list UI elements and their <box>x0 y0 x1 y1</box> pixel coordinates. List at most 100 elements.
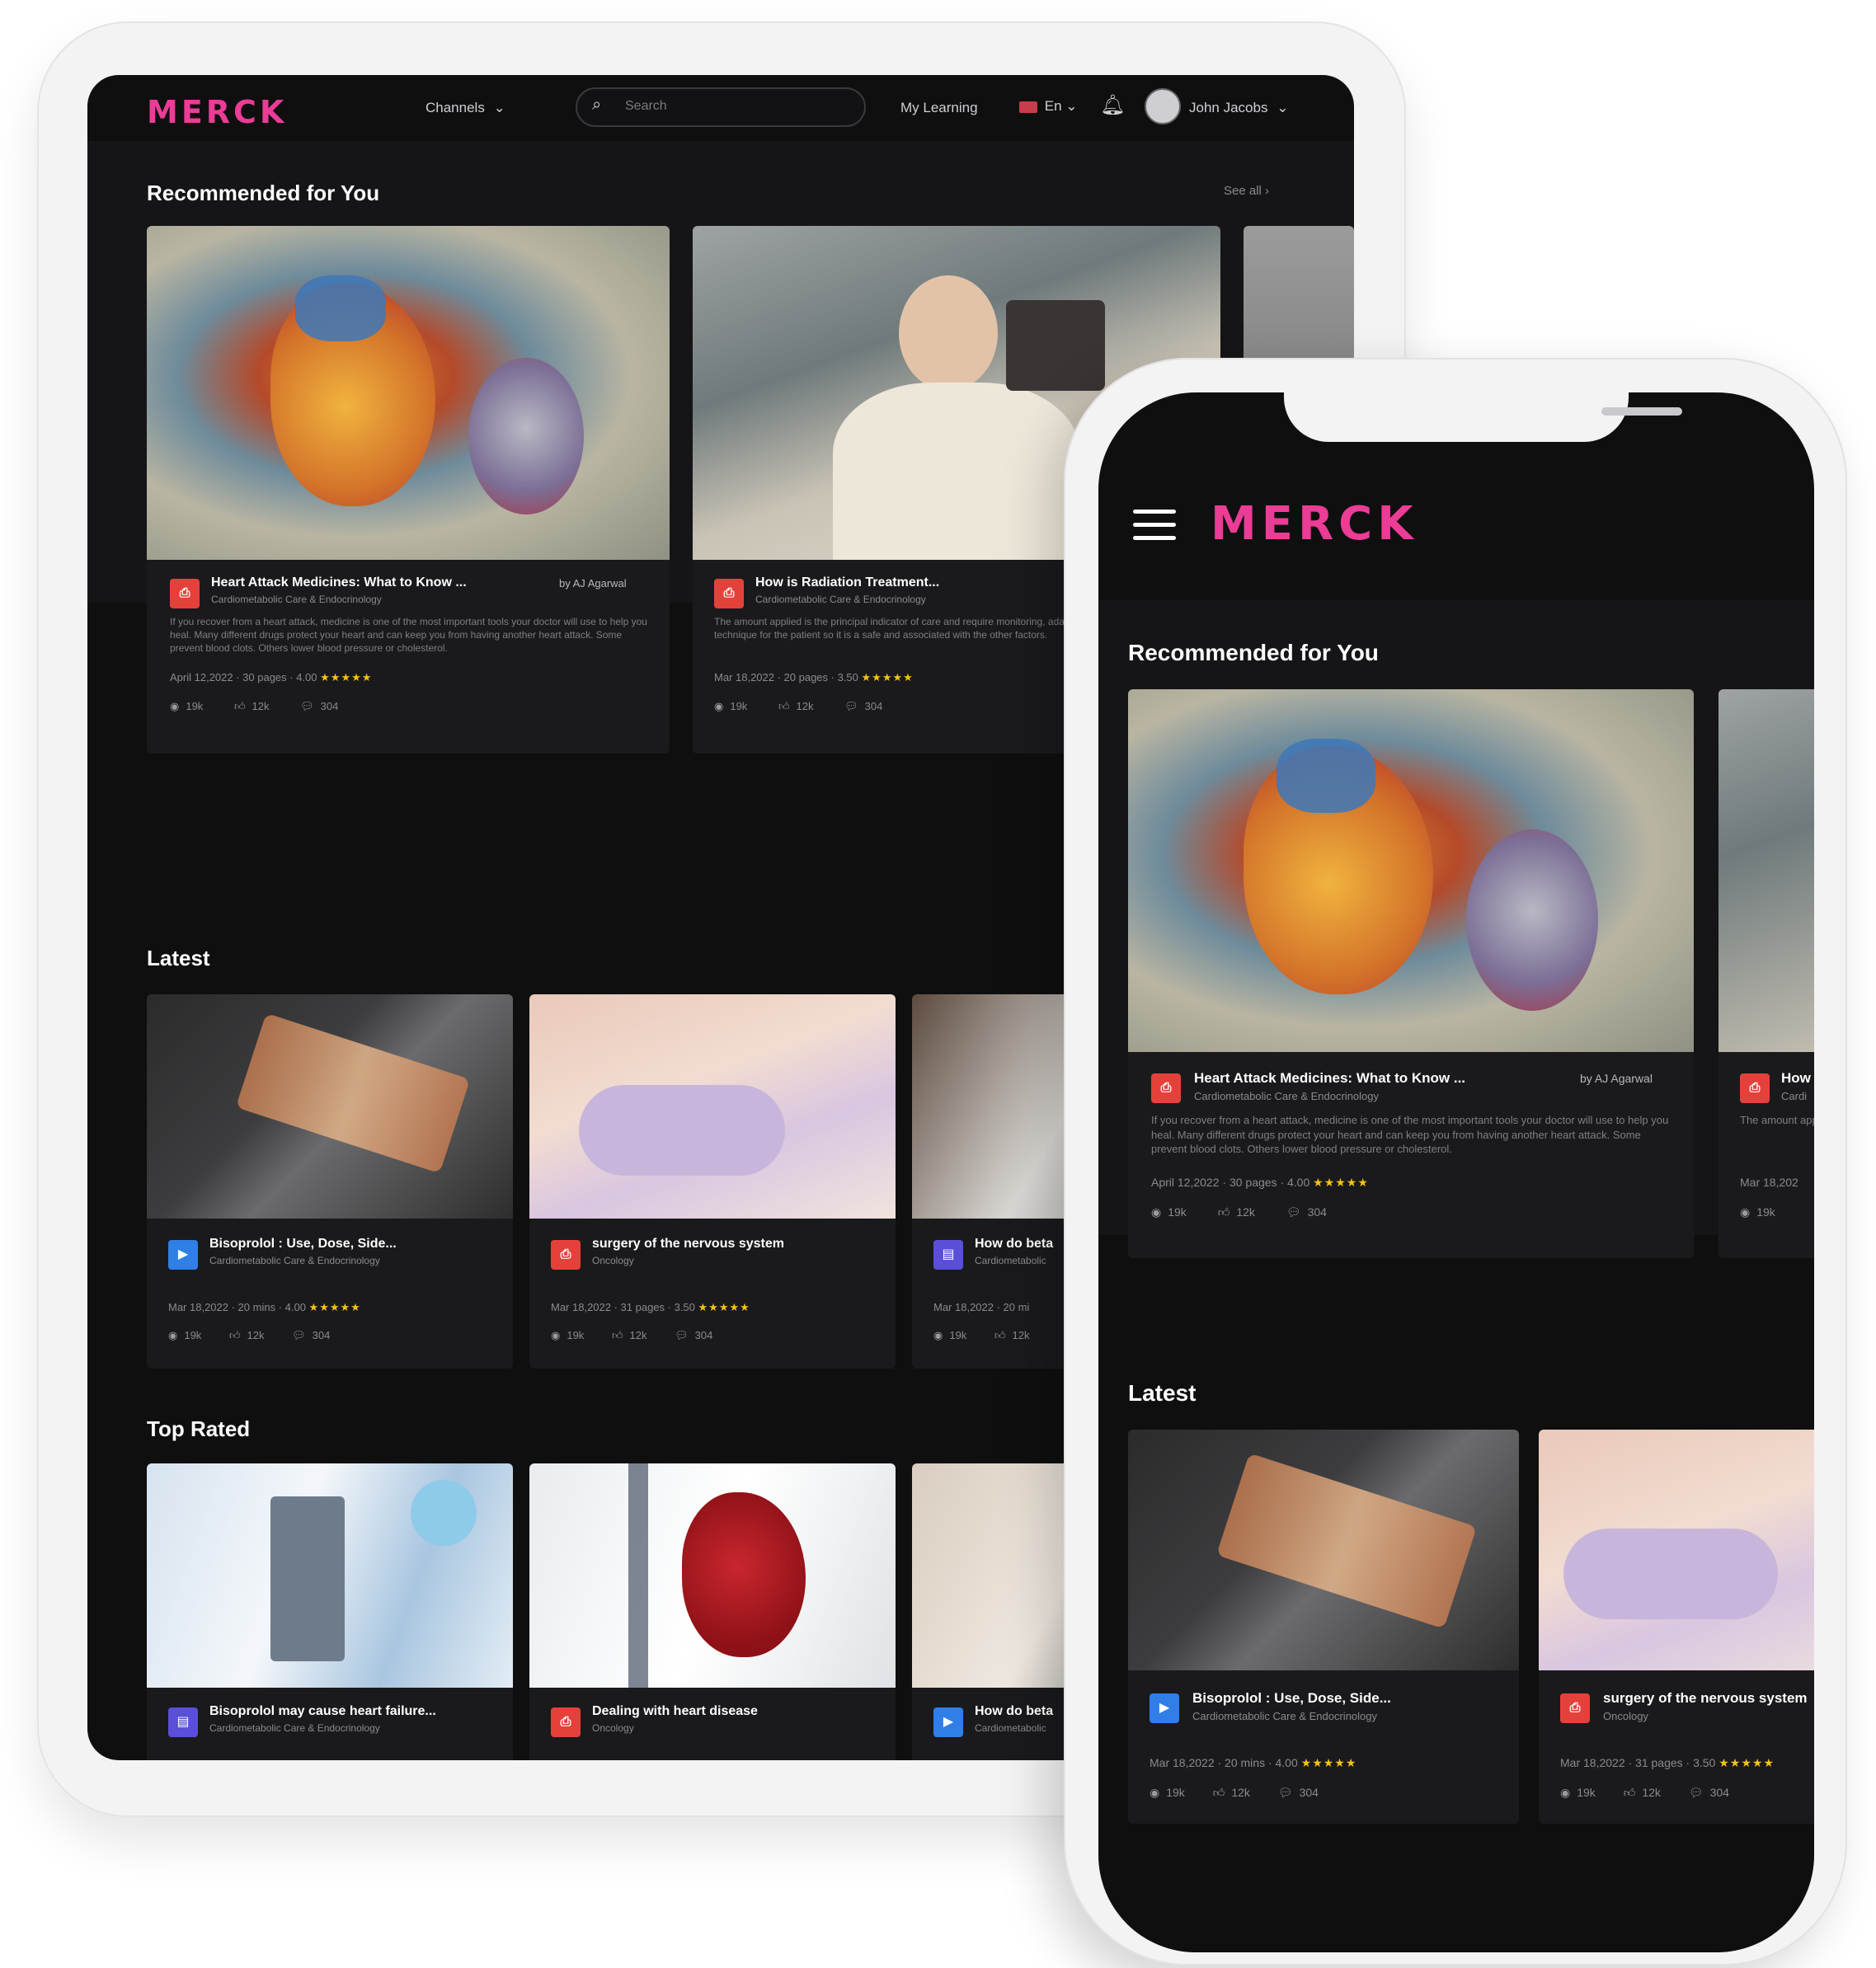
card-title[interactable]: Dealing with heart disease <box>592 1704 872 1719</box>
comment-icon[interactable]: 💬︎ <box>844 700 858 713</box>
comment-icon[interactable]: 💬︎ <box>675 1329 689 1342</box>
brand-logo[interactable]: MERCK <box>147 96 287 128</box>
top-rated-card[interactable]: ⎙ Dealing with heart disease Oncology <box>529 1463 896 1760</box>
comments-count: 304 <box>1307 1205 1327 1219</box>
comments-count: 304 <box>320 700 339 712</box>
thumbs-up-icon[interactable]: 👍︎ <box>994 1329 1006 1342</box>
eye-icon: ◉ <box>1150 1786 1160 1799</box>
recommended-card[interactable]: ⎙ Heart Attack Medicines: What to Know .… <box>147 226 670 754</box>
pdf-icon: ⎙ <box>714 579 744 608</box>
rating-stars: ★★★★★ <box>1718 1756 1775 1769</box>
card-title[interactable]: Bisoprolol may cause heart failure... <box>209 1704 490 1719</box>
card-meta: April 12,2022 · 30 pages · 4.00 ★★★★★ <box>170 671 372 684</box>
thumbs-up-icon[interactable]: 👍︎ <box>1213 1786 1225 1800</box>
monitor-shape <box>270 1496 345 1661</box>
latest-card[interactable]: ▶ Bisoprolol : Use, Dose, Side... Cardio… <box>147 994 513 1369</box>
document-icon: ▤ <box>933 1240 963 1270</box>
card-stats: ◉ 19k 👍︎ 12k 💬︎ 304 <box>168 1329 330 1342</box>
section-title-latest: Latest <box>1128 1380 1197 1406</box>
search-box[interactable]: ⌕ Search <box>576 87 866 127</box>
card-stats: ◉ 19k 👍︎ 12k 💬︎ 304 <box>1150 1786 1319 1800</box>
comment-icon[interactable]: 💬︎ <box>1689 1786 1704 1800</box>
card-image-pill-blister <box>1128 1430 1519 1670</box>
video-icon: ▶ <box>168 1240 198 1270</box>
eye-icon: ◉ <box>170 700 180 712</box>
likes-count: 12k <box>629 1329 647 1341</box>
thumbs-up-icon[interactable]: 👍︎ <box>234 700 246 713</box>
pdf-icon: ⎙ <box>551 1707 581 1737</box>
eye-icon: ◉ <box>168 1329 178 1341</box>
search-icon: ⌕ <box>592 96 602 114</box>
views-count: 19k <box>184 1329 202 1341</box>
thumbs-up-icon[interactable]: 👍︎ <box>612 1329 623 1342</box>
recommended-card-partial[interactable]: ⎙ How Cardi The amount applied Mar 18,20… <box>1718 689 1814 1258</box>
hamburger-menu-icon[interactable] <box>1133 510 1176 549</box>
views-count: 19k <box>1756 1205 1775 1219</box>
thumbs-up-icon[interactable]: 👍︎ <box>1624 1786 1636 1800</box>
latest-card[interactable]: ▶ Bisoprolol : Use, Dose, Side... Cardio… <box>1128 1430 1519 1824</box>
card-title[interactable]: How is Radiation Treatment... <box>755 575 1052 590</box>
section-title-recommended: Recommended for You <box>1128 640 1379 665</box>
brand-logo[interactable]: MERCK <box>1211 501 1418 547</box>
likes-count: 12k <box>1236 1205 1255 1219</box>
top-rated-card[interactable]: ▤ Bisoprolol may cause heart failure... … <box>147 1463 513 1760</box>
card-title[interactable]: How <box>1781 1070 1811 1087</box>
eye-icon: ◉ <box>551 1329 561 1341</box>
my-learning-link[interactable]: My Learning <box>900 100 978 116</box>
latest-card[interactable]: ⎙ surgery of the nervous system Oncology… <box>1539 1430 1814 1824</box>
comment-icon[interactable]: 💬︎ <box>1286 1205 1301 1219</box>
recommended-card[interactable]: ⎙ Heart Attack Medicines: What to Know .… <box>1128 689 1694 1258</box>
likes-count: 12k <box>1642 1786 1661 1799</box>
channels-dropdown[interactable]: Channels ⌄ <box>426 100 505 116</box>
comment-icon[interactable]: 💬︎ <box>1278 1786 1293 1800</box>
user-menu[interactable]: John Jacobs ⌄ <box>1189 100 1288 116</box>
card-meta: Mar 18,2022 · 20 mi <box>933 1301 1030 1313</box>
card-meta: Mar 18,202 <box>1740 1176 1798 1189</box>
bell-icon[interactable]: 🔔︎ <box>1100 93 1125 117</box>
card-category: Oncology <box>1603 1710 1648 1722</box>
pill-pack-shape <box>1216 1453 1477 1629</box>
card-meta: Mar 18,2022 · 31 pages · 3.50 ★★★★★ <box>551 1301 750 1314</box>
card-title[interactable]: surgery of the nervous system <box>592 1237 872 1252</box>
see-all-link[interactable]: See all › <box>1224 184 1269 198</box>
likes-count: 12k <box>1231 1786 1250 1799</box>
eye-icon: ◉ <box>1560 1786 1571 1799</box>
latest-card[interactable]: ⎙ surgery of the nervous system Oncology… <box>529 994 896 1369</box>
child-face-shape <box>899 275 998 391</box>
comment-icon[interactable]: 💬︎ <box>292 1329 306 1342</box>
thumbs-up-icon[interactable]: 👍︎ <box>778 700 790 713</box>
comments-count: 304 <box>1709 1786 1729 1799</box>
card-category: Cardi <box>1781 1090 1808 1102</box>
card-category: Cardiometabolic Care & Endocrinology <box>211 594 382 605</box>
search-input-placeholder[interactable]: Search <box>625 99 667 114</box>
likes-count: 12k <box>1012 1329 1030 1341</box>
rating-stars: ★★★★★ <box>861 671 914 683</box>
thumbs-up-icon[interactable]: 👍︎ <box>1218 1205 1230 1219</box>
user-name: John Jacobs <box>1189 100 1268 115</box>
card-author: by AJ Agarwal <box>1580 1072 1653 1085</box>
flag-icon <box>1019 101 1037 113</box>
thumbs-up-icon[interactable]: 👍︎ <box>229 1329 241 1342</box>
language-label: En <box>1044 98 1062 114</box>
card-description: If you recover from a heart attack, medi… <box>1151 1114 1669 1156</box>
language-selector[interactable]: En ⌄ <box>1019 98 1078 115</box>
card-title[interactable]: Bisoprolol : Use, Dose, Side... <box>1192 1690 1498 1707</box>
likes-count: 12k <box>247 1329 265 1341</box>
card-title[interactable]: Heart Attack Medicines: What to Know ... <box>211 575 508 590</box>
rating-stars: ★★★★★ <box>1313 1176 1369 1189</box>
document-icon: ▤ <box>168 1707 198 1737</box>
see-all-label: See all <box>1224 184 1262 198</box>
views-count: 19k <box>567 1329 585 1341</box>
comment-icon[interactable]: 💬︎ <box>300 700 314 713</box>
card-description: If you recover from a heart attack, medi… <box>170 616 647 655</box>
card-title[interactable]: Bisoprolol : Use, Dose, Side... <box>209 1237 482 1252</box>
card-stats: ◉ 19k 👍︎ 12k 💬︎ 304 <box>714 700 882 713</box>
card-title[interactable]: surgery of the nervous system <box>1603 1690 1814 1707</box>
card-title[interactable]: Heart Attack Medicines: What to Know ... <box>1194 1070 1524 1087</box>
card-image-gloved-hand <box>529 994 896 1219</box>
avatar[interactable] <box>1145 88 1181 124</box>
card-meta: Mar 18,2022 · 20 mins · 4.00 ★★★★★ <box>168 1301 361 1314</box>
chevron-down-icon: ⌄ <box>493 100 505 115</box>
red-heart-shape <box>682 1492 806 1657</box>
card-image-anatomical-heart <box>529 1463 896 1688</box>
